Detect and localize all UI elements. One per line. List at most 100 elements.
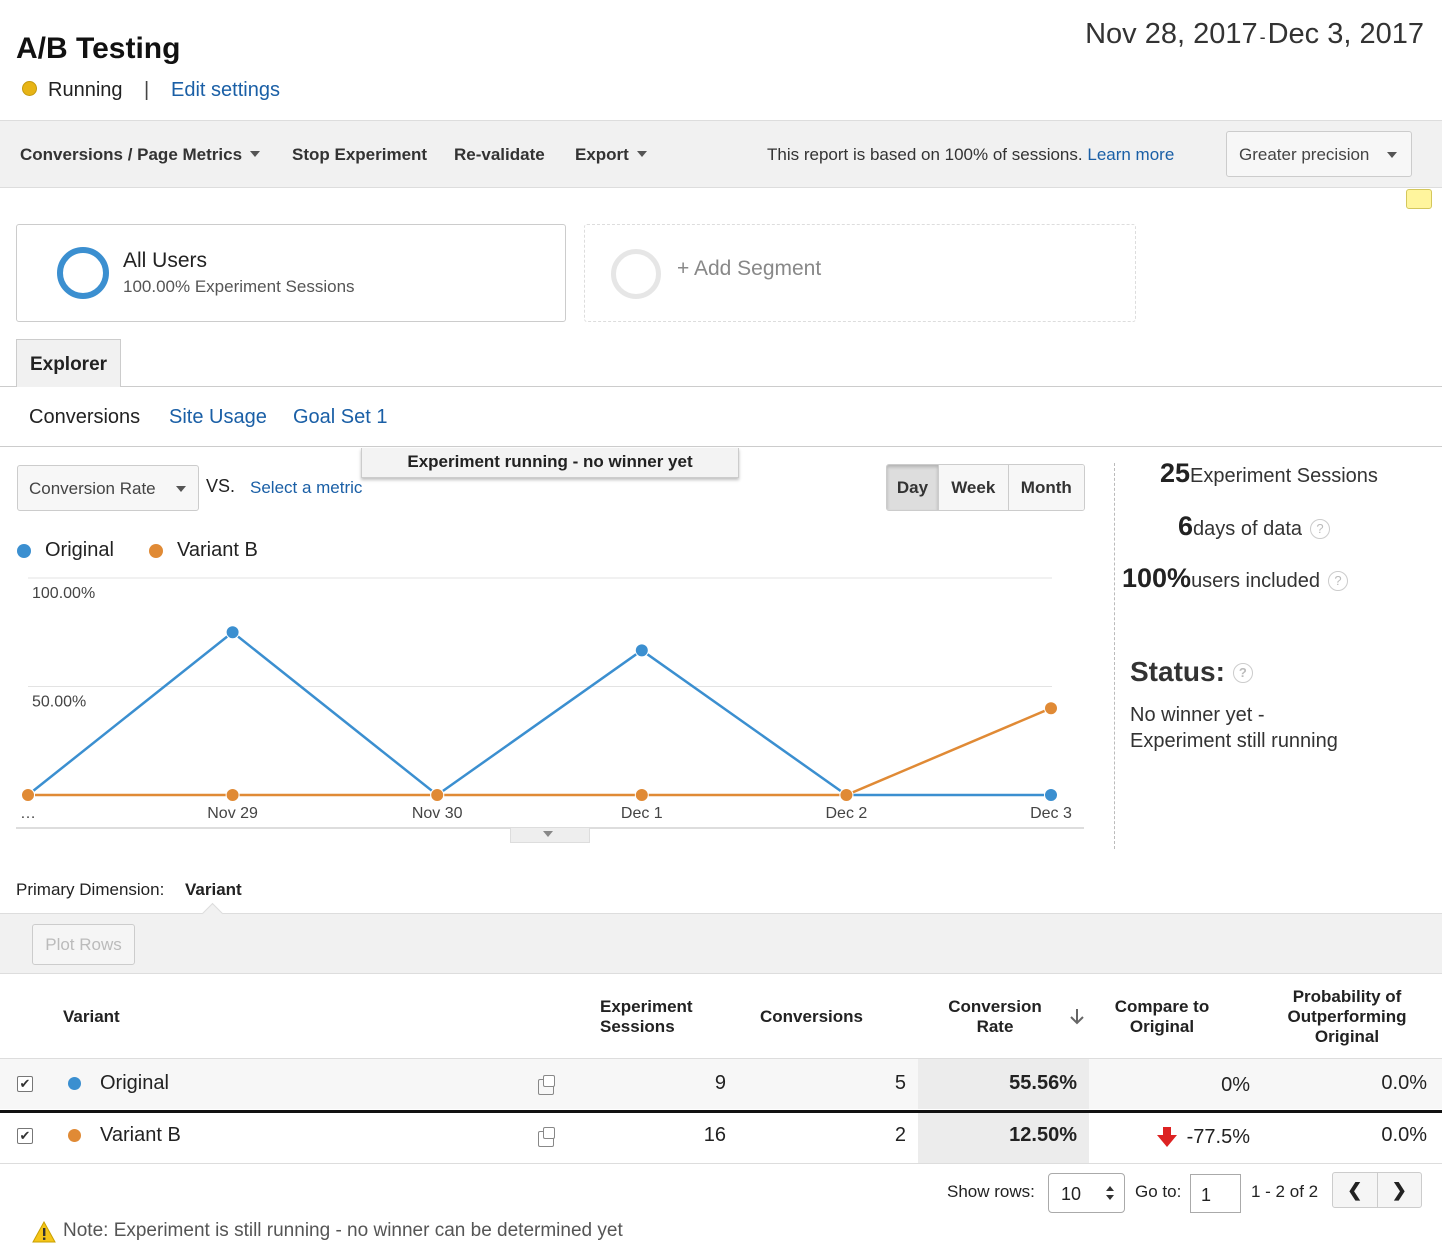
chevron-left-icon: ❮ [1347, 1179, 1363, 1200]
data-point-original [225, 625, 240, 640]
show-rows-label: Show rows: [947, 1182, 1035, 1201]
data-point-variant-b [839, 788, 854, 802]
legend-original[interactable]: Original [45, 539, 114, 562]
sampling-note: This report is based on 100% of sessions… [767, 145, 1174, 165]
report-menu-button[interactable]: Conversions / Page Metrics [20, 145, 261, 165]
row-variant-name: Original [100, 1072, 169, 1094]
col-header-conversions[interactable]: Conversions [760, 1007, 863, 1027]
add-segment-label: + Add Segment [677, 257, 822, 280]
col-header-probability-line-3: Original [1314, 1027, 1380, 1046]
period-week-button[interactable]: Week [938, 465, 1009, 510]
annotation-note-icon[interactable] [1406, 189, 1432, 209]
data-point-variant-b [21, 788, 35, 802]
stat-users: 100%users included? [1122, 563, 1349, 594]
row-popout-icon[interactable] [538, 1075, 555, 1095]
data-point-original [1044, 788, 1058, 802]
data-point-variant-b [1044, 701, 1058, 716]
row-popout-icon[interactable] [538, 1127, 555, 1147]
row-checkbox[interactable]: ✔ [17, 1128, 33, 1144]
add-segment-button[interactable]: + Add Segment [584, 224, 1136, 322]
col-header-rate[interactable]: Conversion Rate [930, 997, 1060, 1037]
chart-collapse-toggle[interactable] [510, 828, 590, 843]
stat-sessions: 25Experiment Sessions [1160, 458, 1378, 489]
col-header-sessions[interactable]: Experiment Sessions [600, 997, 693, 1037]
experiment-banner: Experiment running - no winner yet [361, 448, 739, 478]
data-point-variant-b [634, 788, 649, 802]
conversion-rate-chart[interactable]: 100.00% 50.00% … Nov 29 Nov 30 Dec 1 Dec 2 Dec … [0, 570, 1100, 830]
goto-page-input[interactable]: 1 [1190, 1174, 1241, 1213]
row-conversion-rate: 55.56% [1009, 1072, 1077, 1094]
tabs-divider [0, 386, 1442, 387]
row-conversion-rate: 12.50% [1009, 1124, 1077, 1146]
chevron-down-icon [636, 151, 647, 157]
edit-settings-link[interactable]: Edit settings [171, 79, 280, 102]
legend-variant-b-dot-icon [149, 544, 163, 558]
metric-select[interactable]: Conversion Rate [17, 465, 199, 511]
col-header-variant[interactable]: Variant [63, 1007, 120, 1027]
row-probability: 0.0% [1381, 1124, 1427, 1146]
x-tick-label: … [20, 805, 36, 822]
date-start: Nov 28, 2017 [1085, 18, 1258, 50]
row-sessions: 16 [703, 1124, 726, 1146]
precision-value: Greater precision [1239, 145, 1370, 164]
stat-sessions-value: 25 [1160, 458, 1191, 488]
x-tick-label: Nov 29 [207, 805, 258, 822]
experiment-status: Running [48, 79, 123, 101]
next-page-button[interactable]: ❯ [1378, 1173, 1422, 1207]
date-dash: - [1259, 27, 1266, 47]
date-range-picker[interactable]: Nov 28, 2017 -Dec 3, 2017 [1085, 18, 1424, 51]
chevron-right-icon: ❯ [1391, 1179, 1407, 1200]
legend-variant-b[interactable]: Variant B [177, 539, 258, 562]
period-month-button[interactable]: Month [1008, 465, 1084, 510]
vs-label: VS. [206, 476, 236, 496]
y-tick-label: 50.00% [32, 694, 86, 711]
col-header-compare-line-2: Original [1129, 1017, 1195, 1036]
col-header-compare[interactable]: Compare to Original [1100, 997, 1224, 1037]
row-sessions: 9 [714, 1072, 726, 1094]
help-icon[interactable]: ? [1310, 519, 1330, 539]
goto-label: Go to: [1135, 1182, 1182, 1201]
stat-days-value: 6 [1178, 511, 1194, 541]
period-toggle-group: Day Week Month [886, 464, 1085, 511]
prev-page-button[interactable]: ❮ [1333, 1173, 1378, 1207]
stat-sessions-label: Experiment Sessions [1190, 465, 1378, 487]
help-icon[interactable]: ? [1328, 571, 1349, 591]
x-tick-label: Dec 1 [621, 805, 663, 822]
revalidate-button[interactable]: Re-validate [454, 145, 545, 165]
row-compare: 0% [1221, 1074, 1250, 1096]
precision-select[interactable]: Greater precision [1226, 131, 1412, 177]
row-compare: -77.5% [1186, 1126, 1250, 1148]
stat-users-label: users included [1191, 570, 1321, 592]
help-icon[interactable]: ? [1232, 663, 1253, 683]
report-toolbar: Conversions / Page Metrics Stop Experime… [0, 120, 1442, 188]
show-rows-select[interactable]: 10 [1048, 1173, 1125, 1213]
primary-dimension-value[interactable]: Variant [185, 880, 242, 900]
sort-descending-icon[interactable] [1069, 1007, 1085, 1027]
subtab-goal-set-1[interactable]: Goal Set 1 [293, 406, 388, 429]
sampling-note-text: This report is based on 100% of sessions… [767, 145, 1083, 164]
plot-rows-button[interactable]: Plot Rows [32, 924, 135, 965]
status-heading: Status:? [1130, 656, 1253, 688]
segment-all-users[interactable]: All Users 100.00% Experiment Sessions [16, 224, 566, 322]
period-day-button[interactable]: Day [887, 465, 939, 510]
metric-value: Conversion Rate [29, 479, 156, 498]
row-checkbox[interactable]: ✔ [17, 1076, 33, 1092]
segment-subtitle: 100.00% Experiment Sessions [123, 277, 355, 296]
col-header-probability[interactable]: Probability of Outperforming Original [1262, 987, 1432, 1047]
export-button[interactable]: Export [575, 145, 647, 165]
learn-more-link[interactable]: Learn more [1087, 145, 1174, 164]
subtab-site-usage[interactable]: Site Usage [169, 406, 267, 429]
select-metric-link[interactable]: Select a metric [250, 478, 362, 498]
status-heading-text: Status: [1130, 656, 1225, 687]
subtab-conversions[interactable]: Conversions [29, 406, 140, 429]
stop-experiment-button[interactable]: Stop Experiment [292, 145, 427, 165]
row-probability: 0.0% [1381, 1072, 1427, 1094]
chevron-down-icon [250, 151, 261, 157]
segment-ring-icon [57, 247, 109, 299]
col-header-rate-line-2: Rate [976, 1017, 1014, 1036]
status-dot-icon [22, 81, 37, 96]
x-tick-label: Dec 2 [826, 805, 868, 822]
data-point-variant-b [225, 788, 240, 802]
pagination-controls: ❮ ❯ [1332, 1172, 1422, 1208]
tab-explorer[interactable]: Explorer [16, 339, 121, 387]
